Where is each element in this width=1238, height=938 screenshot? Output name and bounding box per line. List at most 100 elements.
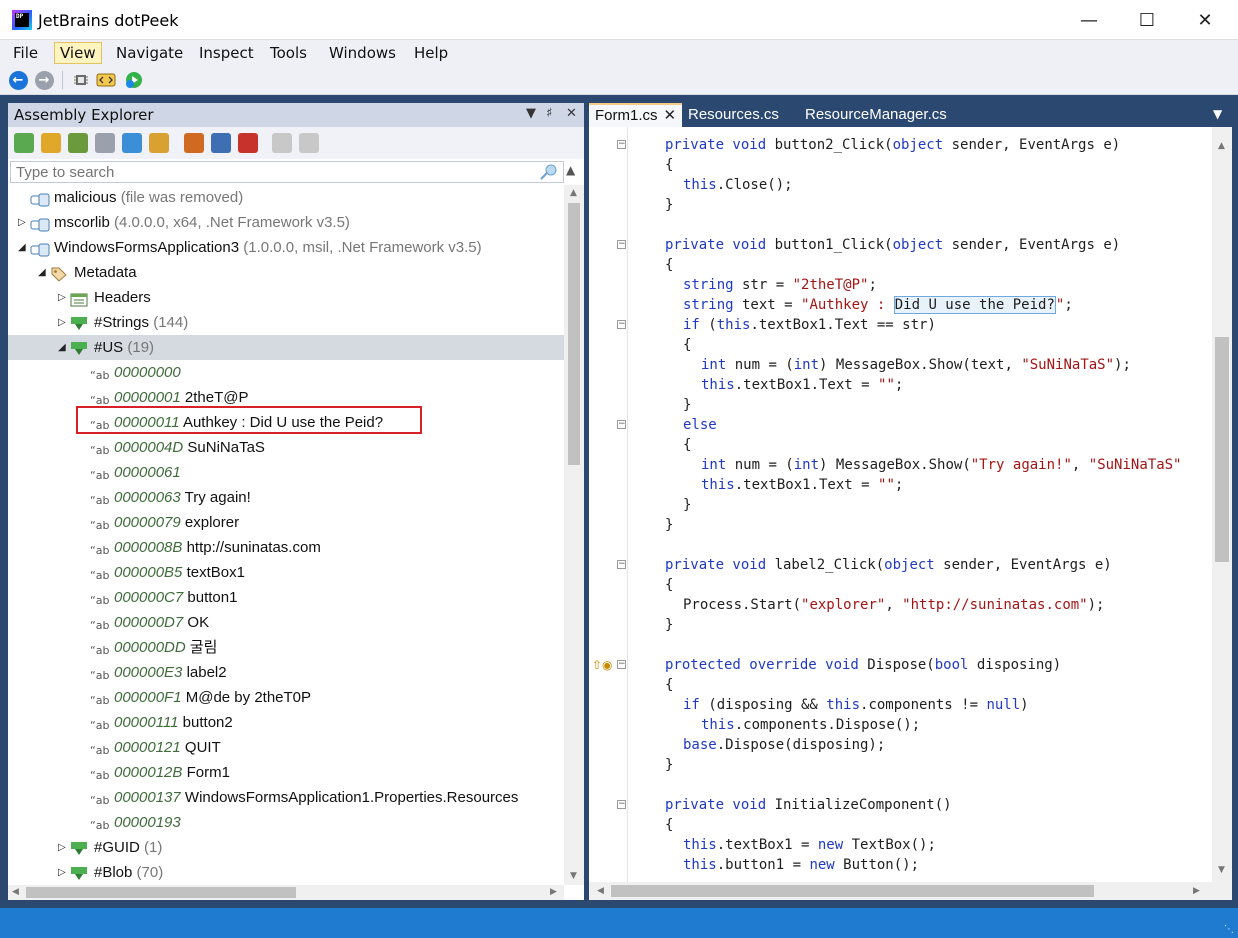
tab-list-dropdown-icon[interactable]: ▼ — [1213, 107, 1222, 121]
chip-icon[interactable] — [70, 69, 92, 91]
string-entry[interactable]: “ab 00000011 Authkey : Did U use the Peid… — [8, 410, 564, 435]
override-marker-icon[interactable]: ⇧◉ — [592, 658, 613, 672]
add-assembly-icon[interactable] — [14, 133, 34, 153]
tree-node[interactable]: ◢ #US (19) — [8, 335, 564, 360]
close-button[interactable]: ✕ — [1176, 0, 1234, 40]
string-entry[interactable]: “ab 000000C7 button1 — [8, 585, 564, 610]
pdb-generate-icon[interactable] — [299, 133, 319, 153]
code-view[interactable]: ⇧◉ − private void button2_Click(object se… — [589, 127, 1212, 882]
scroll-thumb[interactable] — [26, 887, 296, 898]
tree-node-label: 000000DD 굴림 — [114, 639, 218, 656]
tree-node[interactable]: ▷ Headers — [8, 285, 564, 310]
code-line: private void button2_Click(object sender… — [665, 137, 1121, 153]
string-entry[interactable]: “ab 0000004D SuNiNaTaS — [8, 435, 564, 460]
menu-help[interactable]: Help — [409, 42, 453, 64]
tree-node[interactable]: ◢ WindowsFormsApplication3 (1.0.0.0, msil… — [8, 235, 564, 260]
menu-windows[interactable]: Windows — [324, 42, 401, 64]
pin-icon[interactable]: ♯ — [546, 106, 552, 121]
collapse-arrow-icon[interactable]: ◢ — [58, 335, 70, 360]
explorer-horizontal-scrollbar[interactable]: ◀ ▶ — [8, 885, 564, 900]
menu-navigate[interactable]: Navigate — [111, 42, 188, 64]
expand-arrow-icon[interactable]: ▷ — [58, 310, 70, 335]
tree-node[interactable]: ▷ mscorlib (4.0.0.0, x64, .Net Framework … — [8, 210, 564, 235]
svg-text:“ab: “ab — [90, 619, 109, 632]
string-entry[interactable]: “ab 00000121 QUIT — [8, 735, 564, 760]
search-icon[interactable] — [539, 164, 559, 184]
remove-assembly-icon[interactable] — [238, 133, 258, 153]
search-input[interactable] — [16, 164, 516, 180]
string-entry[interactable]: “ab 0000012B Form1 — [8, 760, 564, 785]
fold-toggle-icon[interactable]: − — [617, 320, 626, 329]
pdb-lock-icon[interactable] — [272, 133, 292, 153]
fold-toggle-icon[interactable]: − — [617, 240, 626, 249]
string-entry[interactable]: “ab 00000111 button2 — [8, 710, 564, 735]
tree-node[interactable]: ▷ #Blob (70) — [8, 860, 564, 885]
nuget-icon[interactable] — [122, 133, 142, 153]
string-offset: 0000012B — [114, 764, 183, 781]
editor-vertical-scrollbar[interactable]: ▲ ▼ — [1212, 127, 1232, 882]
menu-file[interactable]: File — [8, 42, 43, 64]
string-entry[interactable]: “ab 00000001 2theT@P — [8, 385, 564, 410]
menu-view[interactable]: View — [54, 42, 102, 64]
close-panel-icon[interactable]: ✕ — [566, 106, 577, 121]
string-entry[interactable]: “ab 00000000 — [8, 360, 564, 385]
string-entry[interactable]: “ab 0000008B http://suninatas.com — [8, 535, 564, 560]
forward-arrow-icon[interactable]: → — [33, 69, 55, 91]
tab-resources-cs[interactable]: Resources.cs — [682, 103, 785, 127]
search-pin-icon[interactable]: ▲ — [566, 163, 575, 177]
expand-arrow-icon[interactable]: ▷ — [18, 210, 30, 235]
back-arrow-icon[interactable]: ← — [7, 69, 29, 91]
dropdown-icon[interactable]: ▼ — [526, 106, 536, 121]
string-entry[interactable]: “ab 00000061 — [8, 460, 564, 485]
expand-arrow-icon[interactable]: ▷ — [58, 285, 70, 310]
maximize-button[interactable]: ☐ — [1118, 0, 1176, 40]
string-entry[interactable]: “ab 000000F1 M@de by 2theT0P — [8, 685, 564, 710]
code-line: base.Dispose(disposing); — [683, 737, 886, 753]
expand-arrow-icon[interactable]: ▷ — [58, 860, 70, 885]
string-entry[interactable]: “ab 000000E3 label2 — [8, 660, 564, 685]
code-line: this.textBox1.Text = ""; — [701, 377, 904, 393]
menu-tools[interactable]: Tools — [265, 42, 312, 64]
resize-grip-icon[interactable]: ⋱ — [1224, 924, 1234, 935]
code-line: } — [665, 517, 674, 533]
expand-arrow-icon[interactable]: ▷ — [58, 835, 70, 860]
editor-horizontal-scrollbar[interactable]: ◀ ▶ — [589, 882, 1232, 900]
open-folder-icon[interactable] — [41, 133, 61, 153]
fold-toggle-icon[interactable]: − — [617, 800, 626, 809]
close-tab-icon[interactable]: ✕ — [664, 107, 677, 124]
explorer-vertical-scrollbar[interactable]: ▲ ▼ — [564, 185, 584, 885]
tab-form1-cs[interactable]: Form1.cs ✕ — [589, 103, 683, 127]
string-entry[interactable]: “ab 00000063 Try again! — [8, 485, 564, 510]
collapse-arrow-icon[interactable]: ◢ — [38, 260, 50, 285]
tree-node[interactable]: malicious (file was removed) — [8, 185, 564, 210]
settings-gear-icon[interactable] — [149, 133, 169, 153]
string-entry[interactable]: “ab 000000DD 굴림 — [8, 635, 564, 660]
fold-toggle-icon[interactable]: − — [617, 140, 626, 149]
fold-toggle-icon[interactable]: − — [617, 660, 626, 669]
scroll-thumb[interactable] — [1215, 337, 1229, 562]
export-project-icon[interactable] — [184, 133, 204, 153]
fold-toggle-icon[interactable]: − — [617, 420, 626, 429]
code-line: } — [665, 197, 674, 213]
scroll-thumb[interactable] — [568, 203, 580, 465]
tree-node[interactable]: ▷ #GUID (1) — [8, 835, 564, 860]
run-icon[interactable] — [123, 69, 145, 91]
svg-text:“ab: “ab — [90, 669, 109, 682]
string-entry[interactable]: “ab 00000137 WindowsFormsApplication1.Pro… — [8, 785, 564, 810]
minimize-button[interactable]: — — [1060, 0, 1118, 40]
menu-inspect[interactable]: Inspect — [194, 42, 259, 64]
string-entry[interactable]: “ab 00000079 explorer — [8, 510, 564, 535]
assembly-list-icon[interactable] — [68, 133, 88, 153]
scroll-thumb[interactable] — [611, 885, 1094, 897]
tree-node[interactable]: ▷ #Strings (144) — [8, 310, 564, 335]
string-entry[interactable]: “ab 00000193 — [8, 810, 564, 835]
fold-toggle-icon[interactable]: − — [617, 560, 626, 569]
gac-icon[interactable] — [95, 133, 115, 153]
tree-node[interactable]: ◢ Metadata — [8, 260, 564, 285]
collapse-arrow-icon[interactable]: ◢ — [18, 235, 30, 260]
string-entry[interactable]: “ab 000000D7 OK — [8, 610, 564, 635]
save-list-icon[interactable] — [211, 133, 231, 153]
string-entry[interactable]: “ab 000000B5 textBox1 — [8, 560, 564, 585]
code-tag-icon[interactable] — [95, 69, 117, 91]
tab-resourcemanager-cs[interactable]: ResourceManager.cs — [799, 103, 953, 127]
